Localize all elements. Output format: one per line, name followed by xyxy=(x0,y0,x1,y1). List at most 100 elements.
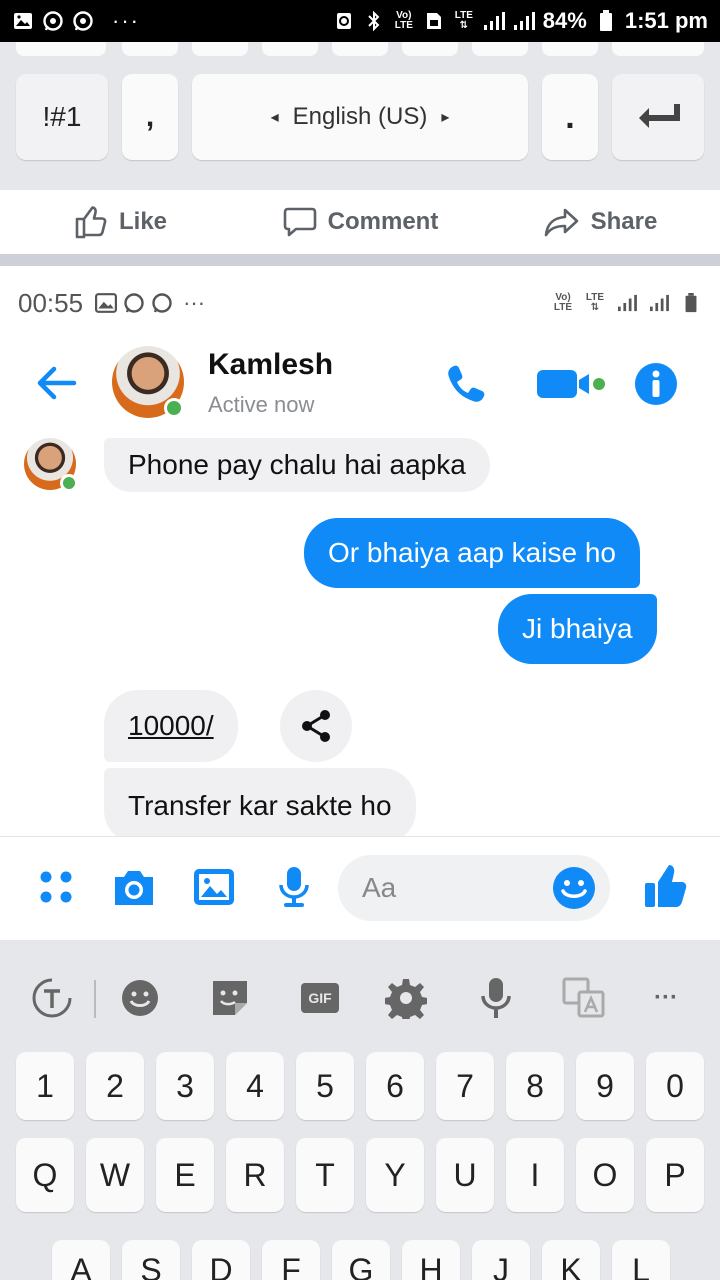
share-button[interactable]: Share xyxy=(480,204,720,240)
post-action-bar: Like Comment Share xyxy=(0,190,720,266)
image-icon xyxy=(95,292,118,314)
message-input[interactable]: Aa xyxy=(338,855,610,921)
enter-key[interactable] xyxy=(612,74,704,160)
number-key[interactable]: 1 xyxy=(16,1052,74,1120)
sticker-button[interactable] xyxy=(204,972,256,1024)
lte-icon: LTE ⇅ xyxy=(454,10,473,31)
text-cursor-button[interactable] xyxy=(26,972,78,1024)
outer-status-bar: ··· Vo) LTE LTE ⇅ 84% 1:51 pm xyxy=(0,0,720,42)
message-bubble-outgoing[interactable]: Or bhaiya aap kaise ho xyxy=(304,518,640,588)
more-tools-button[interactable]: ··· xyxy=(640,972,692,1024)
letter-key[interactable]: Y xyxy=(366,1138,424,1212)
key-fragment xyxy=(472,42,528,56)
letter-key[interactable]: P xyxy=(646,1138,704,1212)
emoji-icon xyxy=(553,867,595,909)
key-fragment xyxy=(262,42,318,56)
letter-key[interactable]: A xyxy=(52,1240,110,1280)
voice-call-button[interactable] xyxy=(438,358,494,410)
lte-icon: LTE ⇅ xyxy=(585,292,605,313)
camera-button[interactable] xyxy=(110,861,158,913)
gif-button[interactable]: GIF xyxy=(294,972,346,1024)
number-key[interactable]: 6 xyxy=(366,1052,424,1120)
gif-icon: GIF xyxy=(301,983,339,1013)
voice-message-button[interactable] xyxy=(270,861,318,913)
letter-key[interactable]: W xyxy=(86,1138,144,1212)
info-icon xyxy=(635,363,677,405)
language-label: English (US) xyxy=(292,103,428,130)
emoji-icon xyxy=(122,980,158,1016)
message-bubble-outgoing[interactable]: Ji bhaiya xyxy=(498,594,657,664)
text-cursor-icon xyxy=(32,978,72,1018)
back-arrow-icon xyxy=(37,366,77,400)
apps-grid-icon xyxy=(40,871,72,903)
letter-key[interactable]: S xyxy=(122,1240,180,1280)
letter-key[interactable]: R xyxy=(226,1138,284,1212)
number-key[interactable]: 7 xyxy=(436,1052,494,1120)
inner-more-dots: ··· xyxy=(183,290,206,315)
voice-input-button[interactable] xyxy=(470,972,522,1024)
settings-button[interactable] xyxy=(380,972,432,1024)
microphone-icon xyxy=(279,867,309,907)
battery-percent: 84% xyxy=(542,8,587,33)
signal-icon xyxy=(483,10,505,32)
letter-key[interactable]: J xyxy=(472,1240,530,1280)
message-bubble-incoming[interactable]: Transfer kar sakte ho xyxy=(104,768,416,836)
translate-button[interactable] xyxy=(558,972,610,1024)
contact-name[interactable]: Kamlesh xyxy=(208,348,333,382)
send-like-button[interactable] xyxy=(642,861,690,913)
letter-key[interactable]: O xyxy=(576,1138,634,1212)
number-key[interactable]: 3 xyxy=(156,1052,214,1120)
key-fragment xyxy=(612,42,704,56)
letter-key[interactable]: K xyxy=(542,1240,600,1280)
message-bubble-incoming[interactable]: 10000/ xyxy=(104,690,238,762)
letter-key[interactable]: G xyxy=(332,1240,390,1280)
key-fragment xyxy=(542,42,598,56)
whatsapp-icon xyxy=(123,292,145,314)
number-key[interactable]: 0 xyxy=(646,1052,704,1120)
letter-key[interactable]: I xyxy=(506,1138,564,1212)
period-key[interactable]: . xyxy=(542,74,598,160)
sim-icon xyxy=(423,10,445,32)
letter-key[interactable]: E xyxy=(156,1138,214,1212)
number-key[interactable]: 9 xyxy=(576,1052,634,1120)
number-key[interactable]: 4 xyxy=(226,1052,284,1120)
chat-header: Kamlesh Active now xyxy=(0,328,720,438)
message-input-placeholder: Aa xyxy=(362,872,397,903)
symbols-key[interactable]: !#1 xyxy=(16,74,108,160)
phone-icon xyxy=(448,365,485,402)
language-right-arrow: ▸ xyxy=(441,109,450,126)
battery-icon xyxy=(680,292,702,314)
number-key[interactable]: 5 xyxy=(296,1052,354,1120)
letter-key[interactable]: H xyxy=(402,1240,460,1280)
space-key[interactable]: ◂ English (US) ▸ xyxy=(192,74,528,160)
contact-status: Active now xyxy=(208,392,315,417)
signal-icon xyxy=(513,10,535,32)
message-bubble-incoming[interactable]: Phone pay chalu hai aapka xyxy=(104,438,490,492)
more-actions-button[interactable] xyxy=(32,861,80,913)
letter-key[interactable]: T xyxy=(296,1138,354,1212)
comment-button[interactable]: Comment xyxy=(240,204,480,240)
comma-key[interactable]: , xyxy=(122,74,178,160)
letter-key[interactable]: L xyxy=(612,1240,670,1280)
inner-status-bar: 00:55 ··· Vo) LTE LTE ⇅ xyxy=(0,278,720,328)
emoji-keyboard-button[interactable] xyxy=(114,972,166,1024)
number-key[interactable]: 2 xyxy=(86,1052,144,1120)
letter-key[interactable]: F xyxy=(262,1240,320,1280)
share-message-button[interactable] xyxy=(280,690,352,762)
number-key[interactable]: 8 xyxy=(506,1052,564,1120)
info-button[interactable] xyxy=(630,358,682,410)
whatsapp-icon xyxy=(151,292,173,314)
back-button[interactable] xyxy=(28,358,84,408)
letter-key[interactable]: U xyxy=(436,1138,494,1212)
comment-label: Comment xyxy=(327,208,439,235)
camera-icon xyxy=(115,871,153,905)
like-button[interactable]: Like xyxy=(0,204,240,240)
gallery-button[interactable] xyxy=(190,861,238,913)
letter-key[interactable]: D xyxy=(192,1240,250,1280)
emoji-button[interactable] xyxy=(550,864,598,912)
share-label: Share xyxy=(590,208,658,235)
thumbs-up-icon xyxy=(645,865,687,907)
video-call-button[interactable] xyxy=(532,360,612,408)
like-label: Like xyxy=(118,208,168,235)
letter-key[interactable]: Q xyxy=(16,1138,74,1212)
